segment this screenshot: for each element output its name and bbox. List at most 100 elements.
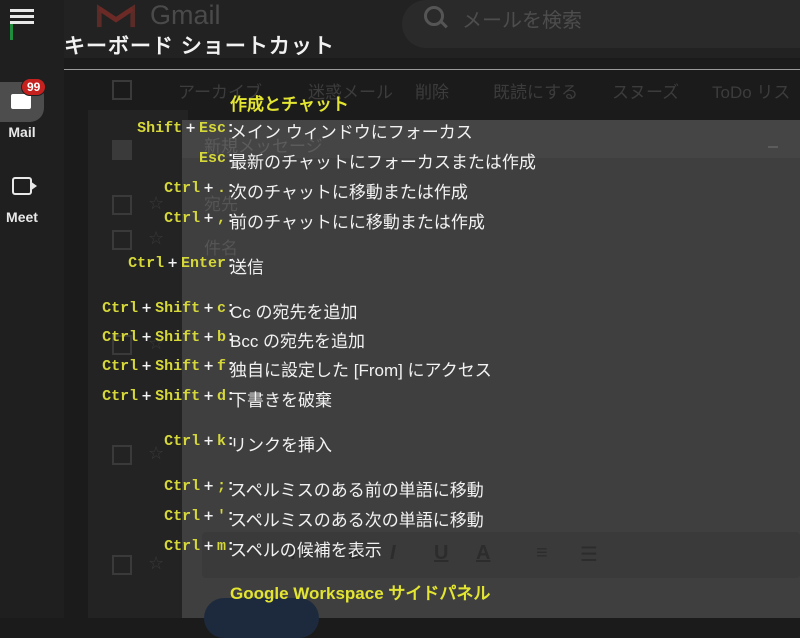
shortcut-row: Ctrl + m: スペルの候補を表示 xyxy=(0,537,800,562)
plus-separator: + xyxy=(203,509,214,524)
shortcut-row: Ctrl + Enter: 送信 xyxy=(0,254,800,279)
plus-separator: + xyxy=(141,359,153,374)
key-label: Ctrl xyxy=(164,433,201,450)
shortcut-row: Ctrl + Shift + f: 独自に設定した [From] にアクセス xyxy=(0,357,800,382)
overlay-title: キーボード ショートカット xyxy=(64,35,335,58)
key-label: . xyxy=(216,180,226,197)
shortcut-keys: Ctrl + Shift + c xyxy=(102,300,226,317)
key-label: Esc xyxy=(198,150,226,167)
plus-separator: + xyxy=(203,211,214,226)
toolbar-add-to-tasks[interactable]: ToDo リス xyxy=(712,78,790,103)
key-label: Enter xyxy=(180,255,226,272)
shortcut-keys: Ctrl + k xyxy=(164,433,226,450)
plus-separator: + xyxy=(185,121,196,136)
shortcut-keys: Ctrl +, xyxy=(164,210,226,227)
shortcut-description: 送信 xyxy=(230,258,264,277)
shortcut-keys: Ctrl +; xyxy=(164,478,226,495)
key-label: Shift xyxy=(155,358,201,375)
shortcut-description: リンクを挿入 xyxy=(230,436,332,455)
key-label: Shift xyxy=(155,388,201,405)
shortcut-row: Ctrl +,: 前のチャットにに移動または作成 xyxy=(0,209,800,234)
shortcut-keys: Ctrl + Enter xyxy=(128,255,226,272)
menu-icon[interactable] xyxy=(10,6,34,26)
toolbar-mark-read[interactable]: 既読にする xyxy=(493,78,578,103)
key-label: Ctrl xyxy=(164,210,201,227)
shortcut-row: Ctrl + Shift + c: Cc の宛先を追加 xyxy=(0,299,800,324)
key-label: Shift xyxy=(137,120,183,137)
shortcut-description: 前のチャットにに移動または作成 xyxy=(230,213,485,232)
key-label: Ctrl xyxy=(164,478,201,495)
plus-separator: + xyxy=(141,301,153,316)
shortcut-row: Ctrl + k: リンクを挿入 xyxy=(0,432,800,457)
key-label: b xyxy=(216,329,226,346)
shortcut-description: スペルミスのある前の単語に移動 xyxy=(230,481,484,500)
search-bar[interactable]: メールを検索 xyxy=(402,0,800,48)
shortcut-row: Ctrl + Shift + d: 下書きを破棄 xyxy=(0,387,800,412)
shortcut-description: Cc の宛先を追加 xyxy=(230,303,358,322)
mail-toolbar: アーカイブ 迷惑メール 削除 既読にする スヌーズ ToDo リス xyxy=(100,70,800,110)
shortcut-keys: Ctrl + Shift + f xyxy=(102,358,226,375)
shortcut-keys: Ctrl +. xyxy=(164,180,226,197)
plus-separator: + xyxy=(167,256,178,271)
key-label: Ctrl xyxy=(102,329,139,346)
plus-separator: + xyxy=(203,359,214,374)
toolbar-delete[interactable]: 削除 xyxy=(415,78,449,103)
key-label: d xyxy=(216,388,226,405)
search-placeholder: メールを検索 xyxy=(462,10,582,32)
key-label: Ctrl xyxy=(128,255,165,272)
plus-separator: + xyxy=(203,479,214,494)
shortcut-description: 独自に設定した [From] にアクセス xyxy=(230,361,492,380)
shortcut-row: Esc: 最新のチャットにフォーカスまたは作成 xyxy=(0,149,800,174)
key-label: ; xyxy=(216,478,226,495)
mail-icon xyxy=(11,94,31,109)
minimize-icon[interactable] xyxy=(768,146,778,148)
plus-separator: + xyxy=(141,389,153,404)
section-title-workspace-side-panel: Google Workspace サイドパネル xyxy=(230,584,491,603)
shortcut-description: スペルミスのある次の単語に移動 xyxy=(230,511,484,530)
shortcut-description: 最新のチャットにフォーカスまたは作成 xyxy=(230,153,536,172)
send-button[interactable] xyxy=(204,598,319,638)
shortcut-description: スペルの候補を表示 xyxy=(230,541,382,560)
key-label: Shift xyxy=(155,300,201,317)
overlay-divider xyxy=(64,69,800,70)
shortcut-description: Bcc の宛先を追加 xyxy=(230,332,366,351)
unread-badge: 99 xyxy=(21,78,47,96)
shortcut-row: Shift + Esc: メイン ウィンドウにフォーカス xyxy=(0,119,800,144)
key-label: Esc xyxy=(198,120,226,137)
toolbar-snooze[interactable]: スヌーズ xyxy=(612,78,679,103)
plus-separator: + xyxy=(203,539,214,554)
key-label: Shift xyxy=(155,329,201,346)
plus-separator: + xyxy=(141,330,153,345)
key-label: f xyxy=(216,358,226,375)
plus-separator: + xyxy=(203,330,214,345)
focus-indicator xyxy=(10,24,13,40)
key-label: c xyxy=(216,300,226,317)
key-label: , xyxy=(216,210,226,227)
shortcut-keys: Shift + Esc xyxy=(137,120,226,137)
search-icon[interactable] xyxy=(424,6,444,26)
plus-separator: + xyxy=(203,301,214,316)
shortcut-description: 下書きを破棄 xyxy=(230,391,332,410)
select-all-checkbox[interactable] xyxy=(112,80,132,100)
key-label: Ctrl xyxy=(102,300,139,317)
key-label: Ctrl xyxy=(102,358,139,375)
key-label: Ctrl xyxy=(102,388,139,405)
shortcut-description: 次のチャットに移動または作成 xyxy=(230,183,468,202)
shortcut-description: メイン ウィンドウにフォーカス xyxy=(230,123,473,142)
key-label: Ctrl xyxy=(164,508,201,525)
shortcut-row: Ctrl +.: 次のチャットに移動または作成 xyxy=(0,179,800,204)
key-label: k xyxy=(216,433,226,450)
plus-separator: + xyxy=(203,181,214,196)
plus-separator: + xyxy=(203,434,214,449)
shortcut-keys: Ctrl + Shift + b xyxy=(102,329,226,346)
shortcut-row: Ctrl + ': スペルミスのある次の単語に移動 xyxy=(0,507,800,532)
plus-separator: + xyxy=(203,389,214,404)
shortcut-keys: Esc xyxy=(199,150,226,167)
shortcut-keys: Ctrl + ' xyxy=(164,508,226,525)
gmail-logo-icon xyxy=(96,4,136,28)
shortcut-keys: Ctrl + m xyxy=(164,538,226,555)
shortcut-keys: Ctrl + Shift + d xyxy=(102,388,226,405)
section-title-compose-chat: 作成とチャット xyxy=(230,95,349,114)
key-label: Ctrl xyxy=(164,538,201,555)
key-label: Ctrl xyxy=(164,180,201,197)
